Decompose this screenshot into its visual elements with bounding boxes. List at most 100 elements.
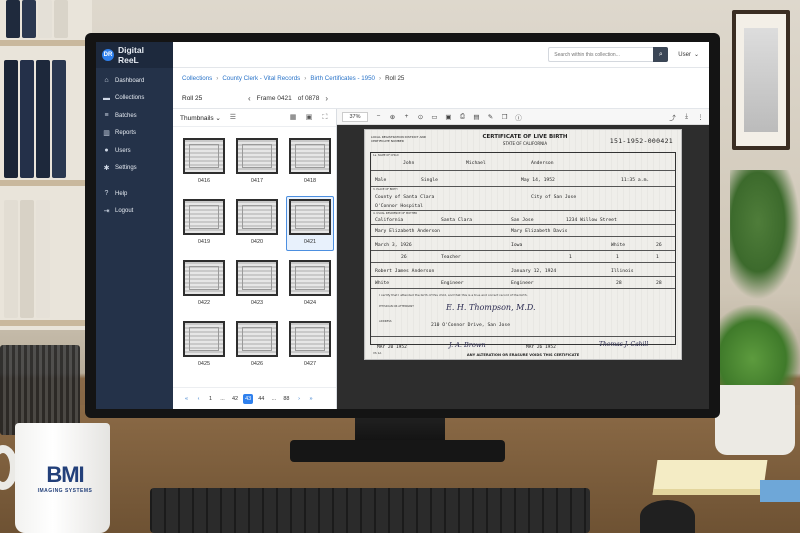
fit-page-icon[interactable]: ▣ xyxy=(445,113,452,121)
cert-father-name: Robert James Anderson xyxy=(375,269,435,274)
fit-view-icon[interactable]: ▣ xyxy=(305,114,313,122)
thumbnail-item[interactable]: 0427 xyxy=(286,318,334,373)
fit-width-icon[interactable]: ▭ xyxy=(431,113,438,121)
thumbnail-item[interactable]: 0421 xyxy=(286,196,334,251)
cert-filed-date: MAY 20 1952 xyxy=(377,345,407,350)
cert-father-birthplace: Illinois xyxy=(611,269,634,274)
search-input[interactable] xyxy=(548,47,654,62)
cert-sex: Male xyxy=(375,178,387,183)
breadcrumb-current: Roll 25 xyxy=(385,75,405,82)
page-link[interactable]: 88 xyxy=(281,394,291,404)
bookshelf xyxy=(0,0,92,330)
sidebar-item-help[interactable]: ? Help xyxy=(96,185,173,203)
thumbnail-label: 0427 xyxy=(303,361,317,367)
search-button[interactable]: ⌕ xyxy=(653,47,669,62)
thumbnail-image xyxy=(289,199,331,235)
share-icon[interactable]: ⤴ xyxy=(669,112,676,122)
cert-physician-label: PHYSICIAN OR ATTENDANT xyxy=(379,305,414,308)
monitor: DR Digital ReeL ⌂ Dashboard ▬ Collections … xyxy=(85,33,720,418)
user-menu[interactable]: User ⌄ xyxy=(678,51,699,59)
edit-icon[interactable]: ✎ xyxy=(487,113,494,121)
cert-mother-color: White xyxy=(611,243,626,248)
thumbnail-item[interactable]: 0422 xyxy=(180,257,228,312)
thumbnail-item[interactable]: 0426 xyxy=(233,318,281,373)
first-page-icon[interactable]: « xyxy=(182,394,191,404)
thumbnails-header: Thumbnails ⌄ ☰ ▦ ▣ ⛶ xyxy=(173,109,336,127)
list-view-icon[interactable]: ☰ xyxy=(229,114,237,122)
next-frame-icon[interactable]: › xyxy=(325,94,328,103)
cert-children-living: 1 xyxy=(569,255,572,260)
frame-total: of 0878 xyxy=(297,95,320,102)
cert-mother-occupation: Teacher xyxy=(441,255,461,260)
thumbnail-item[interactable]: 0423 xyxy=(233,257,281,312)
thumbnail-item[interactable]: 0424 xyxy=(286,257,334,312)
zoom-in-icon[interactable]: ⊕ xyxy=(389,113,396,121)
sidebar-item-label: Help xyxy=(115,190,128,197)
document-icon[interactable]: ▤ xyxy=(473,113,480,121)
breadcrumb-link[interactable]: Collections xyxy=(182,75,212,82)
stack-icon: ≡ xyxy=(104,112,109,120)
thumbnail-image xyxy=(236,260,278,296)
breadcrumb-link[interactable]: Birth Certificates - 1950 xyxy=(310,75,375,82)
print-icon[interactable]: ⎙ xyxy=(459,113,466,121)
previous-frame-icon[interactable]: ‹ xyxy=(248,94,251,103)
cert-footer: ANY ALTERATION OR ERASURE VOIDS THIS CER… xyxy=(466,353,580,357)
thumbnail-item[interactable]: 0425 xyxy=(180,318,228,373)
copy-icon[interactable]: ❐ xyxy=(501,113,508,121)
sidebar-item-logout[interactable]: ⇥ Logout xyxy=(96,203,173,221)
zoom-out-icon[interactable]: − xyxy=(375,113,382,120)
page-link-current[interactable]: 43 xyxy=(243,393,254,404)
plus-icon[interactable]: + xyxy=(403,113,410,120)
next-page-icon[interactable]: › xyxy=(295,394,304,404)
viewer-canvas[interactable]: LOCAL REGISTRATION DISTRICT AND CERTIFIC… xyxy=(337,125,709,409)
gear-icon: ✱ xyxy=(103,164,110,172)
cert-hospital: O'Connor Hospital xyxy=(375,204,423,209)
users-icon: ● xyxy=(104,147,109,155)
thumbnail-item[interactable]: 0417 xyxy=(233,135,281,190)
sticky-notes xyxy=(652,460,768,495)
magnify-icon[interactable]: ⊙ xyxy=(417,113,424,121)
thumbnail-label: 0417 xyxy=(250,178,264,184)
sidebar-item-collections[interactable]: ▬ Collections xyxy=(96,90,173,108)
image-viewer: 37% − ⊕ + ⊙ ▭ ▣ ⎙ ▤ ✎ ❐ ⓘ ⤴ ⤓ ⋮ LOCAL RE… xyxy=(337,109,709,409)
more-icon[interactable]: ⋮ xyxy=(697,113,704,121)
folder-icon: ▬ xyxy=(103,94,110,102)
breadcrumb-link[interactable]: County Clerk - Vital Records xyxy=(222,75,300,82)
thumbnail-image xyxy=(236,321,278,357)
cert-mother-state: California xyxy=(375,218,404,223)
thumbnail-item[interactable]: 0419 xyxy=(180,196,228,251)
grid-view-icon[interactable]: ▦ xyxy=(289,114,297,122)
breadcrumb: Collections › County Clerk - Vital Recor… xyxy=(173,68,709,89)
thumbnail-image xyxy=(289,138,331,174)
thumbnail-item[interactable]: 0416 xyxy=(180,135,228,190)
cert-body: 1a. NAME OF CHILD John Michael Anderson … xyxy=(370,152,676,355)
thumbnail-label: 0425 xyxy=(197,361,211,367)
sidebar-item-dashboard[interactable]: ⌂ Dashboard xyxy=(96,72,173,90)
expand-icon[interactable]: ⛶ xyxy=(321,114,329,122)
page-link[interactable]: 44 xyxy=(256,394,266,404)
thumbnails-dropdown[interactable]: Thumbnails ⌄ xyxy=(180,114,221,122)
thumbnail-item[interactable]: 0418 xyxy=(286,135,334,190)
brand[interactable]: DR Digital ReeL xyxy=(96,42,173,68)
roll-title: Roll 25 xyxy=(182,95,203,102)
cert-birth-type: Single xyxy=(421,178,438,183)
download-icon[interactable]: ⤓ xyxy=(683,113,690,121)
sidebar-item-settings[interactable]: ✱ Settings xyxy=(96,160,173,178)
last-page-icon[interactable]: » xyxy=(307,394,316,404)
thumbnail-image xyxy=(183,199,225,235)
page-link[interactable]: 42 xyxy=(230,394,240,404)
birth-certificate-image: LOCAL REGISTRATION DISTRICT AND CERTIFIC… xyxy=(364,129,682,360)
page-link[interactable]: 1 xyxy=(206,394,215,404)
cert-mother-dob: March 3, 1926 xyxy=(375,243,412,248)
info-icon[interactable]: ⓘ xyxy=(515,112,522,122)
prev-page-icon[interactable]: ‹ xyxy=(194,394,203,404)
thumbnail-item[interactable]: 0420 xyxy=(233,196,281,251)
search-icon: ⌕ xyxy=(658,50,663,58)
sidebar-item-users[interactable]: ● Users xyxy=(96,142,173,160)
zoom-select[interactable]: 37% xyxy=(342,111,368,122)
sidebar-item-reports[interactable]: ▥ Reports xyxy=(96,125,173,143)
cert-title: CERTIFICATE OF LIVE BIRTH xyxy=(482,134,568,140)
sidebar-item-batches[interactable]: ≡ Batches xyxy=(96,107,173,125)
chevron-down-icon: ⌄ xyxy=(215,114,221,122)
pen-holder xyxy=(0,345,80,435)
